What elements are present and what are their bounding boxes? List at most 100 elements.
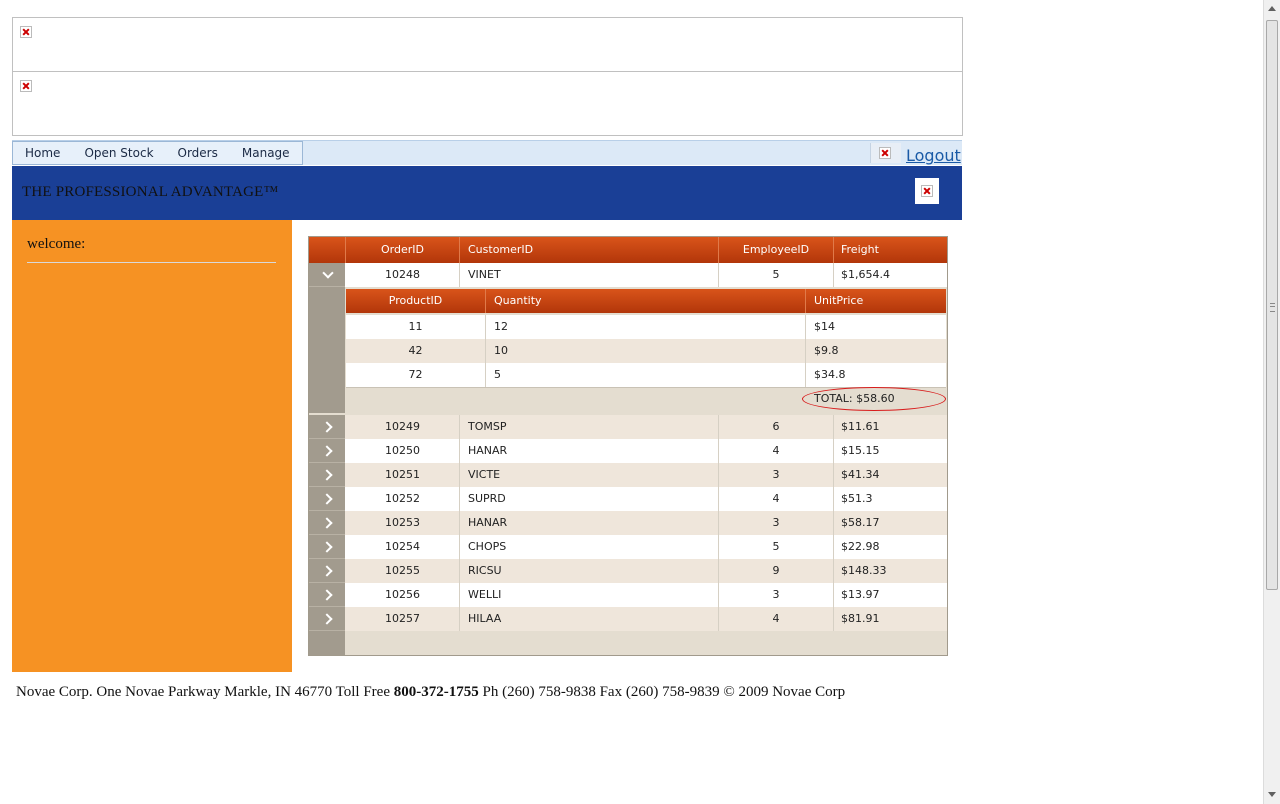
detail-header-unitprice[interactable]: UnitPrice	[806, 289, 946, 313]
cell-employeeid: 4	[719, 439, 834, 463]
cell-employeeid: 5	[719, 263, 834, 287]
cell-freight: $148.33	[841, 564, 887, 577]
cell-customerid: VINET	[460, 263, 719, 287]
detail-header-productid[interactable]: ProductID	[346, 289, 486, 313]
scroll-thumb[interactable]	[1266, 20, 1278, 590]
scroll-down-icon[interactable]	[1268, 792, 1276, 797]
expand-toggle[interactable]	[309, 439, 345, 463]
grid-footer	[309, 631, 345, 655]
cell-employeeid: 3	[719, 463, 834, 487]
footer-contact: Ph (260) 758-9838 Fax (260) 758-9839 © 2…	[478, 684, 846, 700]
chevron-right-icon	[321, 469, 333, 481]
expand-toggle[interactable]	[309, 607, 345, 631]
column-header-orderid[interactable]: OrderID	[346, 237, 460, 263]
cell-orderid: 10248	[346, 263, 460, 287]
cell-freight: $58.17	[841, 516, 880, 529]
grip-icon	[1270, 303, 1275, 312]
expand-toggle[interactable]	[309, 559, 345, 583]
sidebar: welcome:	[12, 220, 292, 672]
expand-toggle[interactable]	[309, 535, 345, 559]
cell-customerid: HANAR	[460, 511, 719, 535]
cell-employeeid: 9	[719, 559, 834, 583]
cell-orderid: 10254	[346, 535, 460, 559]
divider	[27, 262, 276, 263]
expand-toggle[interactable]	[309, 511, 345, 535]
broken-image-icon	[20, 80, 32, 92]
cell-freight: $22.98	[841, 540, 880, 553]
cell-customerid: CHOPS	[460, 535, 719, 559]
orders-grid: OrderID CustomerID EmployeeID Freight 10…	[308, 236, 948, 656]
detail-row[interactable]: 11 12 $14	[346, 315, 946, 339]
cell-freight: $51.3	[841, 492, 873, 505]
cell-customerid: RICSU	[460, 559, 719, 583]
cell-customerid: WELLI	[460, 583, 719, 607]
cell-customerid: TOMSP	[460, 415, 719, 439]
cell-quantity: 5	[486, 363, 806, 387]
logo-banner	[12, 71, 963, 136]
scroll-up-icon[interactable]	[1268, 6, 1276, 11]
logout-link[interactable]: Logout	[906, 146, 961, 165]
menu-item-orders[interactable]: Orders	[166, 142, 230, 164]
expand-toggle[interactable]	[309, 415, 345, 439]
cell-orderid: 10252	[346, 487, 460, 511]
detail-indent	[309, 287, 345, 413]
chevron-right-icon	[321, 493, 333, 505]
broken-image-icon	[879, 147, 891, 159]
cell-customerid: HANAR	[460, 439, 719, 463]
welcome-label: welcome:	[27, 236, 86, 252]
table-row[interactable]: 10251 VICTE 3 $41.34	[309, 463, 947, 487]
vertical-scrollbar[interactable]	[1263, 0, 1280, 804]
chevron-right-icon	[321, 445, 333, 457]
column-header-freight[interactable]: Freight	[834, 237, 947, 263]
chevron-down-icon	[322, 267, 334, 279]
expand-toggle[interactable]	[309, 463, 345, 487]
main-menu: Home Open Stock Orders Manage	[12, 141, 303, 165]
cell-employeeid: 3	[719, 511, 834, 535]
cell-customerid: VICTE	[460, 463, 719, 487]
table-row[interactable]: 10257 HILAA 4 $81.91	[309, 607, 947, 631]
page-header: THE PROFESSIONAL ADVANTAGE™	[12, 166, 962, 220]
collapse-toggle[interactable]	[309, 263, 345, 287]
column-header-employeeid[interactable]: EmployeeID	[719, 237, 834, 263]
cell-productid: 72	[346, 363, 486, 387]
chevron-right-icon	[321, 517, 333, 529]
menu-item-manage[interactable]: Manage	[230, 142, 302, 164]
detail-header-quantity[interactable]: Quantity	[486, 289, 806, 313]
cell-orderid: 10257	[346, 607, 460, 631]
cell-employeeid: 6	[719, 415, 834, 439]
cell-freight: $81.91	[841, 612, 880, 625]
detail-table: ProductID Quantity UnitPrice 11 12 $14 4…	[346, 289, 946, 411]
table-row[interactable]: 10254 CHOPS 5 $22.98	[309, 535, 947, 559]
page-footer: Novae Corp. One Novae Parkway Markle, IN…	[16, 684, 845, 701]
detail-row[interactable]: 72 5 $34.8	[346, 363, 946, 388]
cell-orderid: 10256	[346, 583, 460, 607]
table-row[interactable]: 10250 HANAR 4 $15.15	[309, 439, 947, 463]
menu-item-home[interactable]: Home	[13, 142, 72, 164]
cell-freight: $41.34	[841, 468, 880, 481]
chevron-right-icon	[321, 421, 333, 433]
expand-toggle[interactable]	[309, 487, 345, 511]
footer-toll-free: 800-372-1755	[393, 684, 479, 700]
table-row[interactable]: 10249 TOMSP 6 $11.61	[309, 415, 947, 439]
menu-item-open-stock[interactable]: Open Stock	[72, 142, 165, 164]
close-button[interactable]	[915, 178, 939, 204]
cell-orderid: 10255	[346, 559, 460, 583]
detail-row[interactable]: 42 10 $9.8	[346, 339, 946, 363]
footer-address: Novae Corp. One Novae Parkway Markle, IN…	[16, 684, 394, 700]
table-row[interactable]: 10253 HANAR 3 $58.17	[309, 511, 947, 535]
cell-productid: 11	[346, 315, 486, 339]
annotation-ellipse	[802, 387, 946, 411]
table-row-expanded[interactable]: 10248 VINET 5 $1,654.4	[309, 263, 947, 287]
expand-toggle[interactable]	[309, 583, 345, 607]
cell-orderid: 10251	[346, 463, 460, 487]
column-header-customerid[interactable]: CustomerID	[460, 237, 719, 263]
cell-freight: $1,654.4	[841, 268, 890, 281]
chevron-right-icon	[321, 565, 333, 577]
cell-orderid: 10250	[346, 439, 460, 463]
table-row[interactable]: 10255 RICSU 9 $148.33	[309, 559, 947, 583]
table-row[interactable]: 10256 WELLI 3 $13.97	[309, 583, 947, 607]
chevron-right-icon	[321, 589, 333, 601]
table-row[interactable]: 10252 SUPRD 4 $51.3	[309, 487, 947, 511]
cell-orderid: 10249	[346, 415, 460, 439]
menu-image	[870, 143, 901, 163]
